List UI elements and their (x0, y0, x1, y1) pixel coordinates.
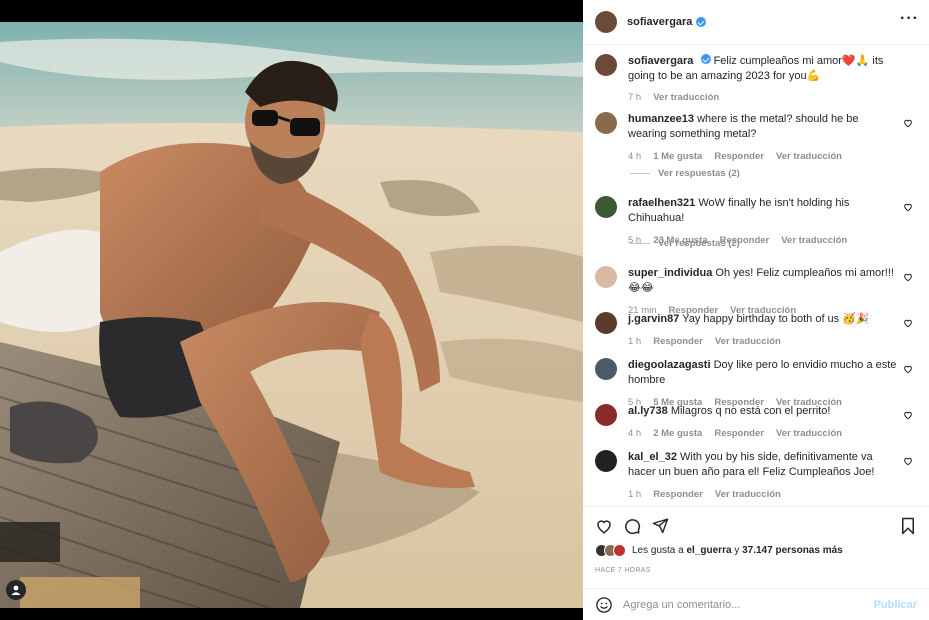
translate-link[interactable]: Ver traducción (715, 487, 781, 502)
translate-link[interactable]: Ver traducción (776, 426, 842, 441)
likes-user[interactable]: el_guerra (687, 545, 732, 556)
comment-text: Milagros q no está con el perrito! (670, 405, 831, 417)
share-button[interactable] (649, 515, 671, 537)
comment-time[interactable]: 4 h (628, 426, 641, 441)
caption-time[interactable]: 7 h (628, 90, 641, 105)
liker-avatars (595, 544, 626, 557)
author-username[interactable]: sofiavergara (627, 16, 707, 28)
more-options-button[interactable]: ··· (900, 11, 919, 30)
comment-time[interactable]: 1 h (628, 334, 641, 349)
likes-summary[interactable]: Les gusta a el_guerra y 37.147 personas … (595, 544, 843, 557)
likes-joiner: y (734, 545, 740, 556)
translate-link[interactable]: Ver traducción (776, 149, 842, 164)
view-replies-button[interactable]: Ver respuestas (2) (630, 168, 740, 179)
comment-item: humanzee13 where is the metal? should he… (595, 112, 917, 164)
send-icon (652, 518, 668, 534)
user-icon (11, 585, 21, 595)
heart-icon[interactable] (903, 272, 913, 282)
more-horizontal-icon: ··· (900, 10, 919, 27)
post-side-panel: sofiavergara ··· sofiavergara Feliz cump… (583, 0, 929, 620)
heart-icon (597, 519, 611, 534)
comment-item: al.ly738 Milagros q no está con el perri… (595, 404, 917, 441)
post-header: sofiavergara ··· (583, 0, 929, 45)
heart-icon[interactable] (903, 318, 913, 328)
liker-avatar (613, 544, 626, 557)
comment-username[interactable]: j.garvin87 (628, 313, 679, 325)
view-replies-label[interactable]: Ver respuestas (2) (658, 238, 740, 249)
save-button[interactable] (897, 515, 919, 537)
instagram-post-viewer: sofiavergara ··· sofiavergara Feliz cump… (0, 0, 929, 620)
verified-badge-icon (700, 54, 711, 64)
comment-item: kal_el_32 With you by his side, definiti… (595, 450, 917, 502)
caption-translate-link[interactable]: Ver traducción (653, 90, 719, 105)
heart-icon[interactable] (903, 456, 913, 466)
replies-divider (630, 243, 650, 244)
caption-username[interactable]: sofiavergara (628, 55, 693, 67)
publish-button[interactable]: Publicar (874, 599, 917, 611)
caption-item: sofiavergara Feliz cumpleaños mi amor❤️🙏… (595, 54, 917, 105)
post-action-bar (583, 506, 929, 544)
view-replies-button[interactable]: Ver respuestas (2) (630, 238, 740, 249)
comment-avatar[interactable] (595, 404, 617, 426)
likes-prefix: Les gusta a (632, 545, 684, 556)
smiley-icon[interactable] (595, 596, 613, 614)
view-replies-label[interactable]: Ver respuestas (2) (658, 168, 740, 179)
comment-username[interactable]: diegoolazagasti (628, 359, 711, 371)
post-timestamp[interactable]: HACE 7 HORAS (595, 567, 651, 574)
comment-text: Yay happy birthday to both of us 🥳🎉 (682, 313, 870, 325)
verified-badge-icon (696, 17, 707, 27)
comment-icon (625, 518, 641, 534)
bookmark-icon (902, 517, 914, 534)
translate-link[interactable]: Ver traducción (715, 334, 781, 349)
reply-link[interactable]: Responder (714, 149, 764, 164)
comment-avatar[interactable] (595, 196, 617, 218)
caption-avatar[interactable] (595, 54, 617, 76)
comment-avatar[interactable] (595, 266, 617, 288)
author-avatar[interactable] (595, 11, 617, 33)
comment-composer: Publicar (583, 588, 929, 620)
heart-icon[interactable] (903, 410, 913, 420)
reply-link[interactable]: Responder (653, 334, 703, 349)
comment-username[interactable]: kal_el_32 (628, 451, 677, 463)
translate-link[interactable]: Ver traducción (781, 233, 847, 248)
comment-input[interactable] (623, 598, 874, 611)
comment-item: j.garvin87 Yay happy birthday to both of… (595, 312, 917, 349)
comment-username[interactable]: super_individua (628, 267, 712, 279)
comment-likes[interactable]: 1 Me gusta (653, 149, 702, 164)
comment-time[interactable]: 1 h (628, 487, 641, 502)
heart-icon[interactable] (903, 118, 913, 128)
comment-item: diegoolazagasti Doy like pero lo envidio… (595, 358, 917, 410)
comment-item: super_individua Oh yes! Feliz cumpleaños… (595, 266, 917, 318)
heart-icon[interactable] (903, 202, 913, 212)
replies-divider (630, 173, 650, 174)
comment-avatar[interactable] (595, 450, 617, 472)
reply-link[interactable]: Responder (653, 487, 703, 502)
reply-link[interactable]: Responder (714, 426, 764, 441)
comment-time[interactable]: 4 h (628, 149, 641, 164)
comment-avatar[interactable] (595, 112, 617, 134)
tagged-users-button[interactable] (6, 580, 26, 600)
comment-username[interactable]: rafaelhen321 (628, 197, 695, 209)
post-image[interactable] (0, 22, 583, 608)
comment-button[interactable] (621, 515, 643, 537)
comment-avatar[interactable] (595, 358, 617, 380)
like-button[interactable] (593, 515, 615, 537)
post-photo-area (0, 0, 583, 620)
comments-list: sofiavergara Feliz cumpleaños mi amor❤️🙏… (583, 46, 929, 506)
likes-count[interactable]: 37.147 personas más (742, 545, 843, 556)
comment-username[interactable]: humanzee13 (628, 113, 694, 125)
comment-avatar[interactable] (595, 312, 617, 334)
heart-icon[interactable] (903, 364, 913, 374)
author-username-text[interactable]: sofiavergara (627, 16, 692, 28)
comment-likes[interactable]: 2 Me gusta (653, 426, 702, 441)
comment-username[interactable]: al.ly738 (628, 405, 668, 417)
